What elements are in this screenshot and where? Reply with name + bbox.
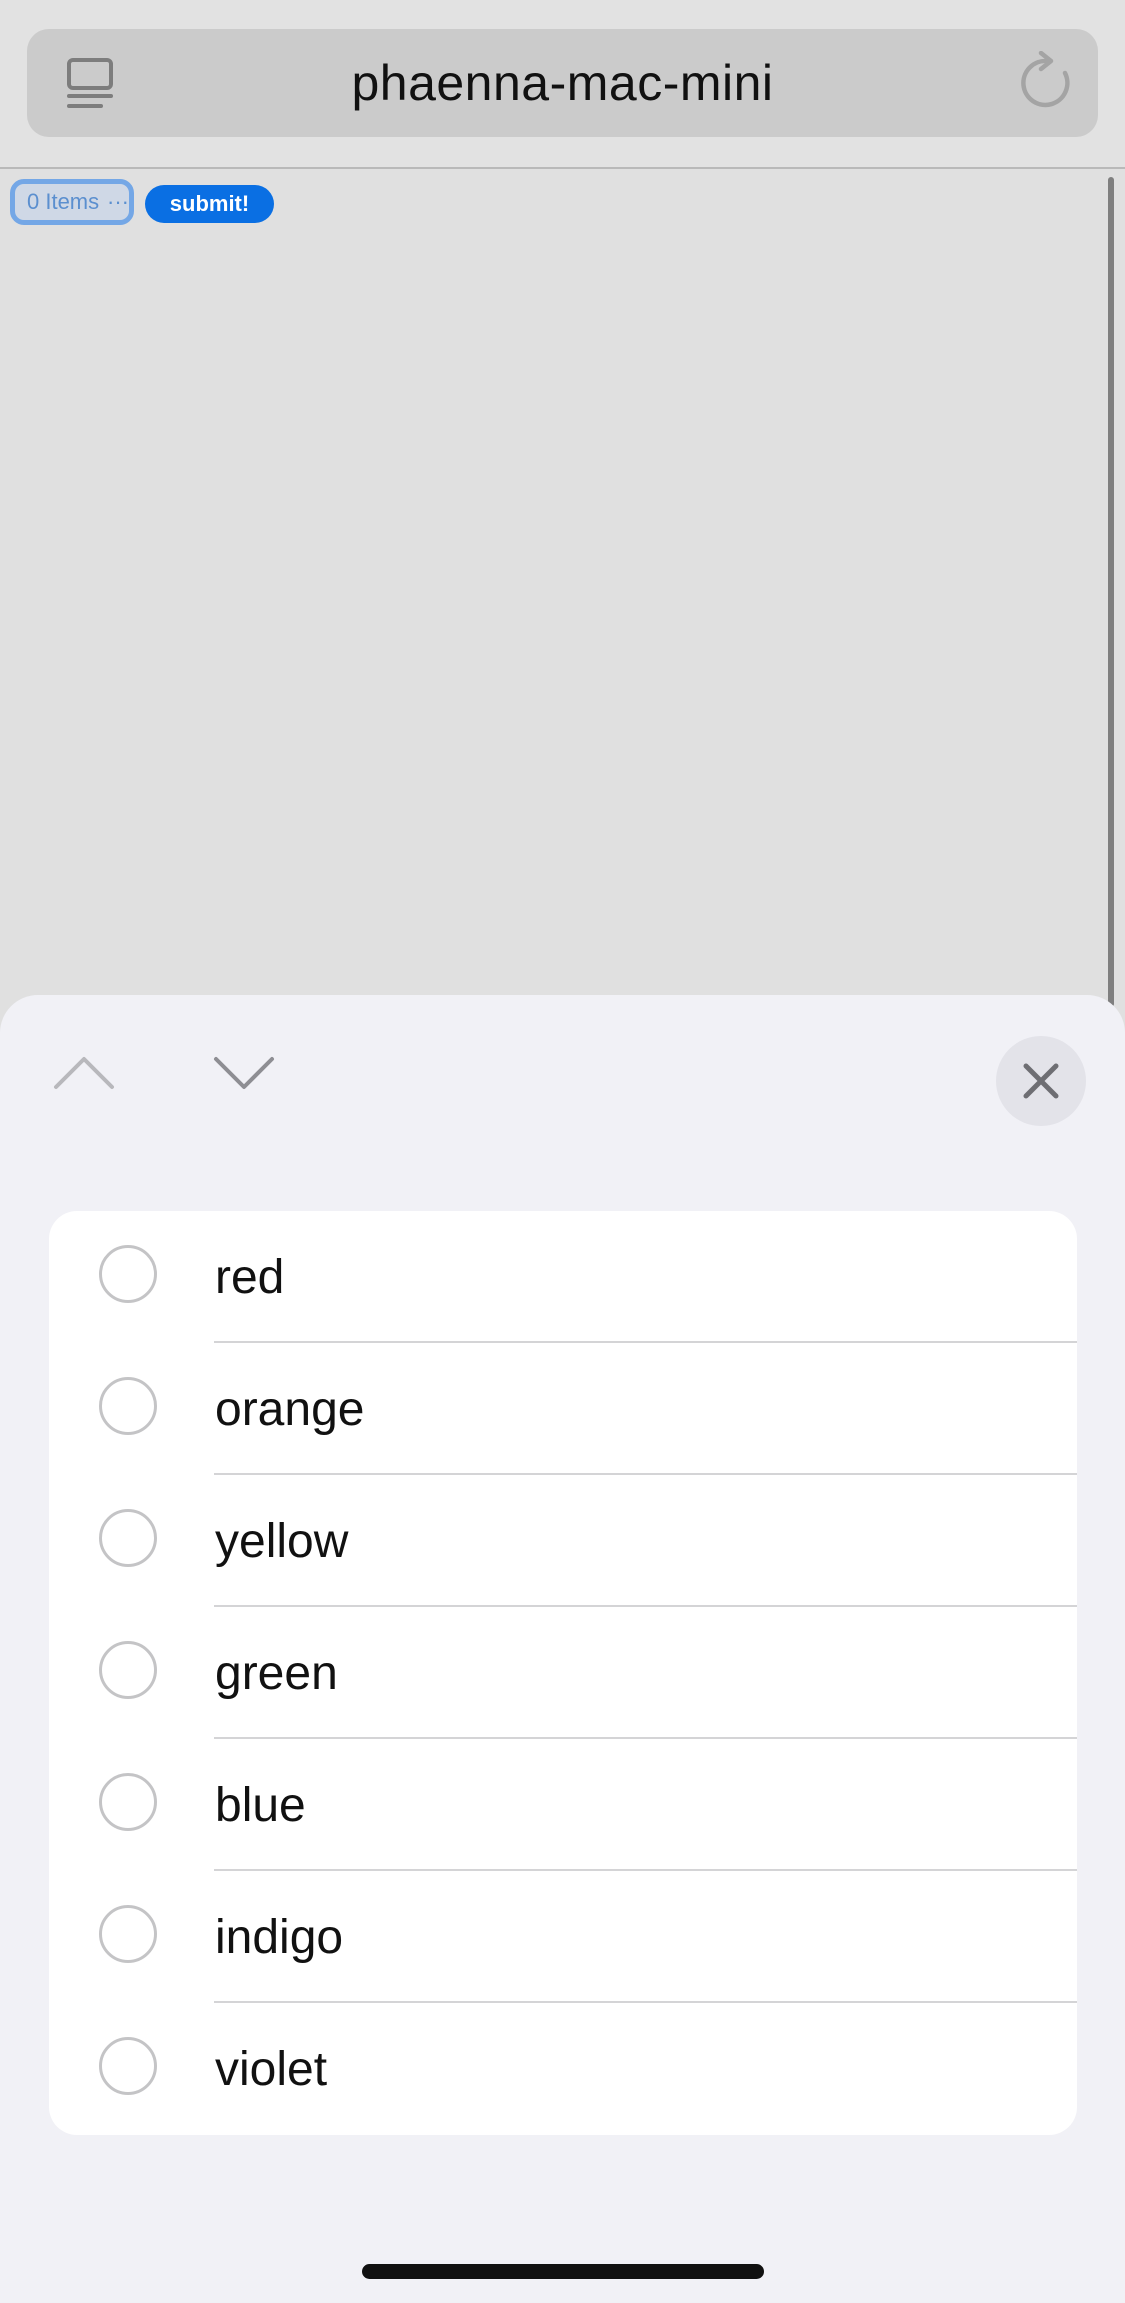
option-label: violet [215,2042,328,2096]
option-indigo[interactable]: indigo [49,1871,1077,2003]
option-label: yellow [215,1514,349,1568]
submit-button[interactable]: submit! [145,185,274,223]
picker-sheet: red orange yellow green blue indigo viol… [0,995,1125,2303]
radio-icon [99,1245,157,1303]
web-content: 0 Items ··· submit! [0,169,1125,1007]
scrollbar[interactable] [1108,177,1114,1007]
option-label: red [215,1250,285,1304]
option-yellow[interactable]: yellow [49,1475,1077,1607]
chevron-down-icon[interactable] [212,1053,276,1093]
close-icon [1023,1063,1059,1099]
option-orange[interactable]: orange [49,1343,1077,1475]
option-blue[interactable]: blue [49,1739,1077,1871]
address-bar[interactable]: phaenna-mac-mini [27,29,1098,137]
radio-icon [99,2037,157,2095]
option-violet[interactable]: violet [49,2003,1077,2135]
options-list: red orange yellow green blue indigo viol… [49,1211,1077,2135]
option-label: indigo [215,1910,344,1964]
ellipsis-icon: ··· [107,189,129,214]
radio-icon [99,1641,157,1699]
chevron-up-icon[interactable] [52,1053,116,1093]
option-label: blue [215,1778,306,1832]
reload-icon[interactable] [1017,51,1077,115]
page-host-title: phaenna-mac-mini [351,55,774,111]
browser-top-bar: phaenna-mac-mini [0,0,1125,169]
home-indicator [362,2264,764,2279]
radio-icon [99,1377,157,1435]
radio-icon [99,1905,157,1963]
radio-icon [99,1773,157,1831]
multi-select-field[interactable]: 0 Items ··· [10,179,134,225]
option-label: orange [215,1382,365,1436]
radio-icon [99,1509,157,1567]
select-value: 0 Items [27,189,100,214]
close-button[interactable] [996,1036,1086,1126]
option-label: green [215,1646,338,1700]
option-red[interactable]: red [49,1211,1077,1343]
option-green[interactable]: green [49,1607,1077,1739]
